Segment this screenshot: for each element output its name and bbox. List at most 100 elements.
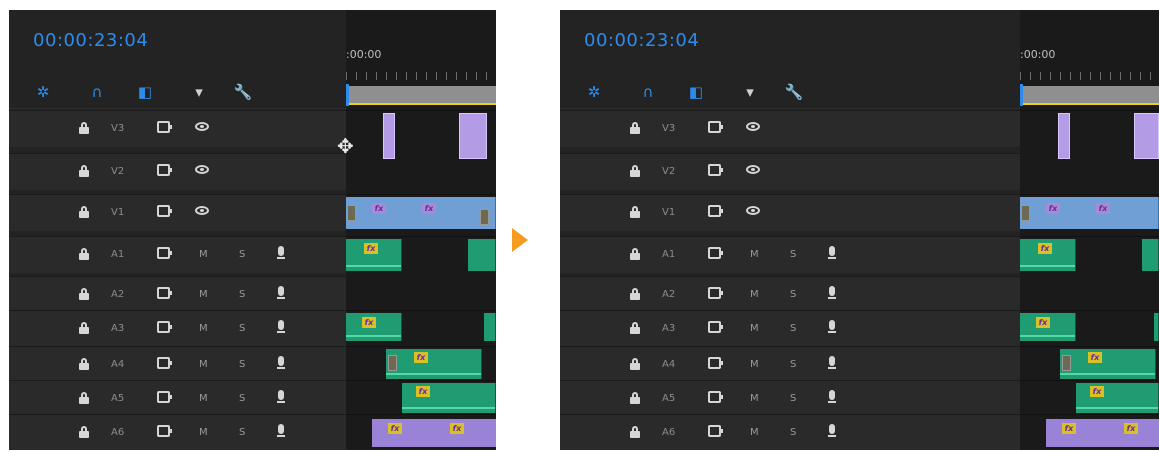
eye-icon[interactable] [195,122,209,131]
microphone-icon[interactable] [277,286,285,301]
sync-lock-icon[interactable] [708,425,723,437]
time-ruler[interactable] [346,72,496,80]
mute-button[interactable]: M [750,393,759,404]
sync-lock-icon[interactable] [157,321,172,333]
solo-button[interactable]: S [239,393,245,404]
lock-icon[interactable] [630,426,640,438]
clip[interactable]: fx fx [1046,419,1159,447]
lock-icon[interactable] [630,248,640,260]
snap-icon[interactable]: ∩ [87,82,107,102]
clip[interactable]: fx fx [1020,197,1159,229]
marker-icon[interactable]: ▾ [189,82,209,102]
track-header-v3[interactable]: V3 [560,110,1020,147]
solo-button[interactable]: S [790,323,796,334]
track-header-a2[interactable]: A2 M S [9,276,346,313]
solo-button[interactable]: S [790,427,796,438]
clip[interactable]: fx [386,349,482,379]
sync-lock-icon[interactable] [708,247,723,259]
clip[interactable] [459,113,487,159]
solo-button[interactable]: S [239,359,245,370]
sync-lock-icon[interactable] [157,425,172,437]
sync-lock-icon[interactable] [708,321,723,333]
clip[interactable]: fx [1060,349,1156,379]
mute-button[interactable]: M [750,427,759,438]
track-header-a1[interactable]: A1 M S [9,236,346,273]
microphone-icon[interactable] [828,320,836,335]
mute-button[interactable]: M [199,289,208,300]
solo-button[interactable]: S [790,359,796,370]
nest-icon[interactable]: ✲ [584,82,604,102]
work-area-bar[interactable] [1020,86,1159,103]
lock-icon[interactable] [630,288,640,300]
solo-button[interactable]: S [239,249,245,260]
microphone-icon[interactable] [828,390,836,405]
microphone-icon[interactable] [277,246,285,261]
clip[interactable] [1142,239,1159,271]
playhead-timecode[interactable]: 00:00:23:04 [584,30,699,51]
mute-button[interactable]: M [199,393,208,404]
solo-button[interactable]: S [790,289,796,300]
lock-icon[interactable] [630,358,640,370]
linked-selection-icon[interactable]: ◧ [135,82,155,102]
mute-button[interactable]: M [750,289,759,300]
clip[interactable]: fx [346,313,402,341]
clip[interactable]: fx fx [372,419,496,447]
sync-lock-icon[interactable] [708,164,723,176]
track-header-v2[interactable]: V2 [560,153,1020,190]
clip[interactable]: fx [1076,383,1159,413]
sequence-area[interactable]: :00:00 fx fx fx fx fx fx fx fx [1020,10,1159,450]
eye-icon[interactable] [195,206,209,215]
lock-icon[interactable] [79,206,89,218]
sync-lock-icon[interactable] [708,287,723,299]
track-header-v1[interactable]: V1 [9,194,346,231]
track-header-a3[interactable]: A3 M S [9,310,346,347]
eye-icon[interactable] [746,206,760,215]
clip[interactable] [1058,113,1070,159]
mute-button[interactable]: M [750,249,759,260]
track-header-v2[interactable]: V2 [9,153,346,190]
mute-button[interactable]: M [199,427,208,438]
track-header-a4[interactable]: A4 M S [9,346,346,383]
solo-button[interactable]: S [790,249,796,260]
clip[interactable]: fx [1020,313,1076,341]
clip[interactable] [383,113,395,159]
playhead[interactable] [346,84,349,106]
lock-icon[interactable] [630,206,640,218]
microphone-icon[interactable] [277,424,285,439]
sync-lock-icon[interactable] [708,205,723,217]
track-header-v1[interactable]: V1 [560,194,1020,231]
work-area-bar[interactable] [346,86,496,103]
clip[interactable] [1134,113,1159,159]
track-header-a3[interactable]: A3 M S [560,310,1020,347]
wrench-icon[interactable]: 🔧 [233,82,253,102]
microphone-icon[interactable] [277,320,285,335]
clip[interactable] [1154,313,1159,341]
track-header-a6[interactable]: A6 M S [560,414,1020,450]
mute-button[interactable]: M [199,323,208,334]
linked-selection-icon[interactable]: ◧ [686,82,706,102]
mute-button[interactable]: M [750,323,759,334]
track-header-a6[interactable]: A6 M S [9,414,346,450]
lock-icon[interactable] [79,122,89,134]
eye-icon[interactable] [195,165,209,174]
mute-button[interactable]: M [750,359,759,370]
track-header-a5[interactable]: A5 M S [9,380,346,417]
solo-button[interactable]: S [239,323,245,334]
snap-icon[interactable]: ∩ [638,82,658,102]
track-header-a4[interactable]: A4 M S [560,346,1020,383]
mute-button[interactable]: M [199,249,208,260]
sync-lock-icon[interactable] [157,391,172,403]
microphone-icon[interactable] [828,286,836,301]
sync-lock-icon[interactable] [157,357,172,369]
lock-icon[interactable] [79,288,89,300]
lock-icon[interactable] [79,322,89,334]
lock-icon[interactable] [630,165,640,177]
microphone-icon[interactable] [277,390,285,405]
lock-icon[interactable] [79,358,89,370]
sequence-area[interactable]: :00:00 fx fx fx fx fx fx fx fx [346,10,496,450]
lock-icon[interactable] [630,392,640,404]
lock-icon[interactable] [630,122,640,134]
sync-lock-icon[interactable] [157,287,172,299]
lock-icon[interactable] [79,248,89,260]
track-header-v3[interactable]: V3 [9,110,346,147]
